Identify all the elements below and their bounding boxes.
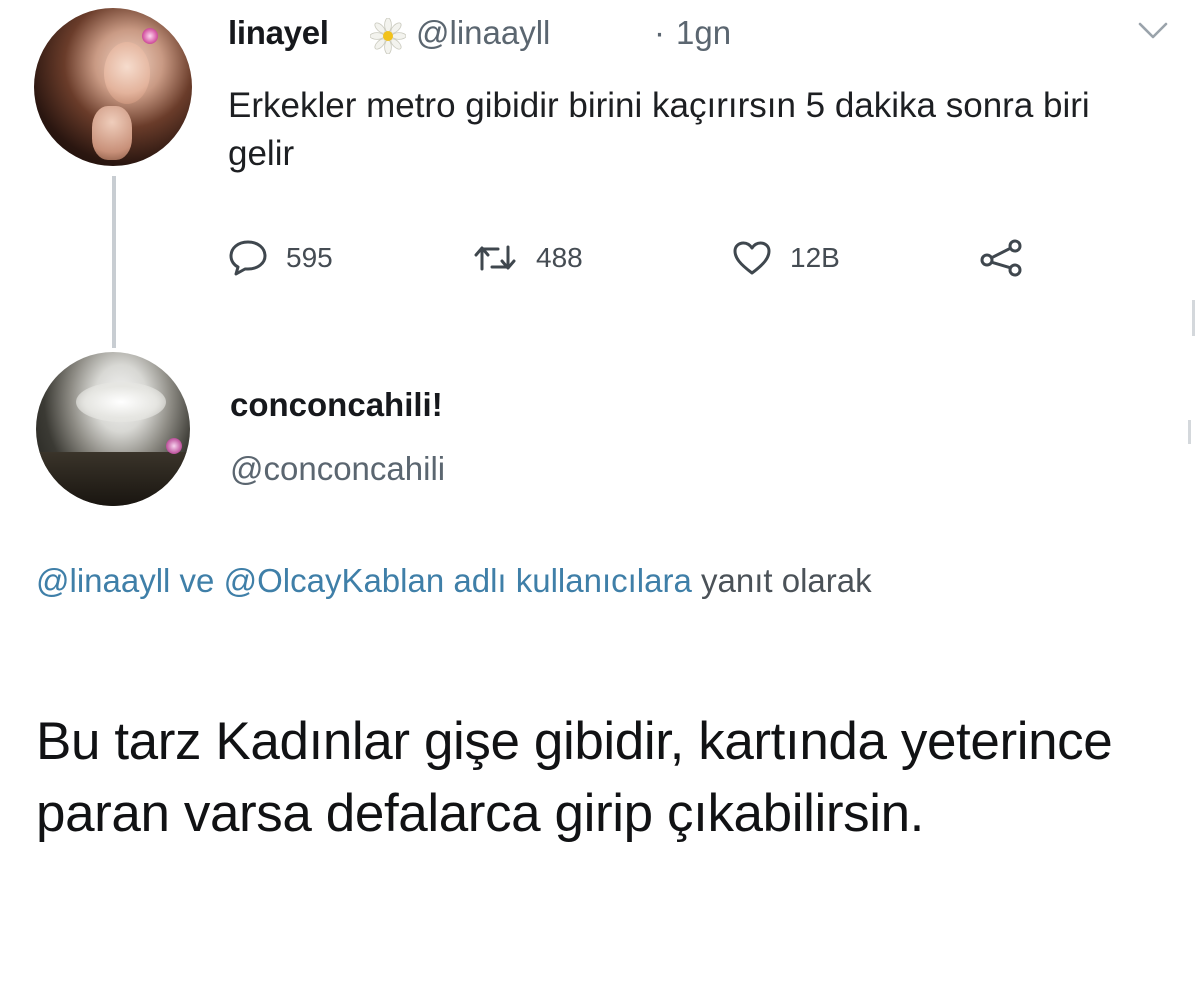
reply-tweet-text: Bu tarz Kadınlar gişe gibidir, kartında …: [36, 712, 1113, 843]
edge-divider: [1188, 420, 1191, 444]
retweet-count: 488: [536, 242, 583, 273]
retweet-button[interactable]: 488: [472, 238, 583, 278]
avatar-hand: [92, 106, 132, 160]
like-button[interactable]: 12B: [732, 238, 840, 278]
retweet-icon: [474, 245, 516, 271]
avatar-flower: [166, 438, 182, 454]
chevron-down-icon[interactable]: [1136, 18, 1170, 44]
original-tweet: linayel @linaayll · 1gn Erkekler metro g…: [0, 0, 1200, 348]
mention-linaayll[interactable]: @linaayll: [36, 562, 170, 599]
daisy-emoji-icon: [370, 18, 406, 54]
avatar-smoke: [76, 382, 166, 422]
reply-bubble-icon: [229, 240, 267, 276]
avatar-ground: [36, 452, 190, 506]
tweet-text: Erkekler metro gibidir birini kaçırırsın…: [228, 86, 1090, 173]
avatar[interactable]: [34, 8, 192, 166]
reply-connector: ve: [170, 562, 224, 599]
mention-olcaykablan[interactable]: @OlcayKablan: [224, 562, 445, 599]
thread-connector-line: [112, 176, 116, 348]
reply-display-name[interactable]: conconcahili!: [230, 386, 443, 424]
handle[interactable]: @linaayll: [416, 14, 550, 52]
edge-divider: [1192, 300, 1195, 336]
reply-handle[interactable]: @conconcahili: [230, 450, 445, 488]
reply-avatar[interactable]: [36, 352, 190, 506]
reply-count: 595: [286, 242, 333, 273]
reply-context: @linaayll ve @OlcayKablan adlı kullanıcı…: [36, 558, 1156, 604]
reply-button[interactable]: 595: [228, 238, 333, 278]
hair-flower: [142, 28, 158, 44]
avatar-face: [104, 42, 150, 104]
share-icon: [980, 239, 1022, 277]
share-button[interactable]: [978, 238, 1024, 278]
timestamp[interactable]: 1gn: [676, 14, 731, 52]
reply-linked-suffix[interactable]: adlı kullanıcılara: [444, 562, 691, 599]
meta-separator: ·: [654, 14, 665, 51]
reply-trailing-text: yanıt olarak: [691, 562, 872, 599]
like-count: 12B: [790, 242, 840, 273]
display-name[interactable]: linayel: [228, 14, 329, 52]
heart-icon: [733, 241, 771, 275]
